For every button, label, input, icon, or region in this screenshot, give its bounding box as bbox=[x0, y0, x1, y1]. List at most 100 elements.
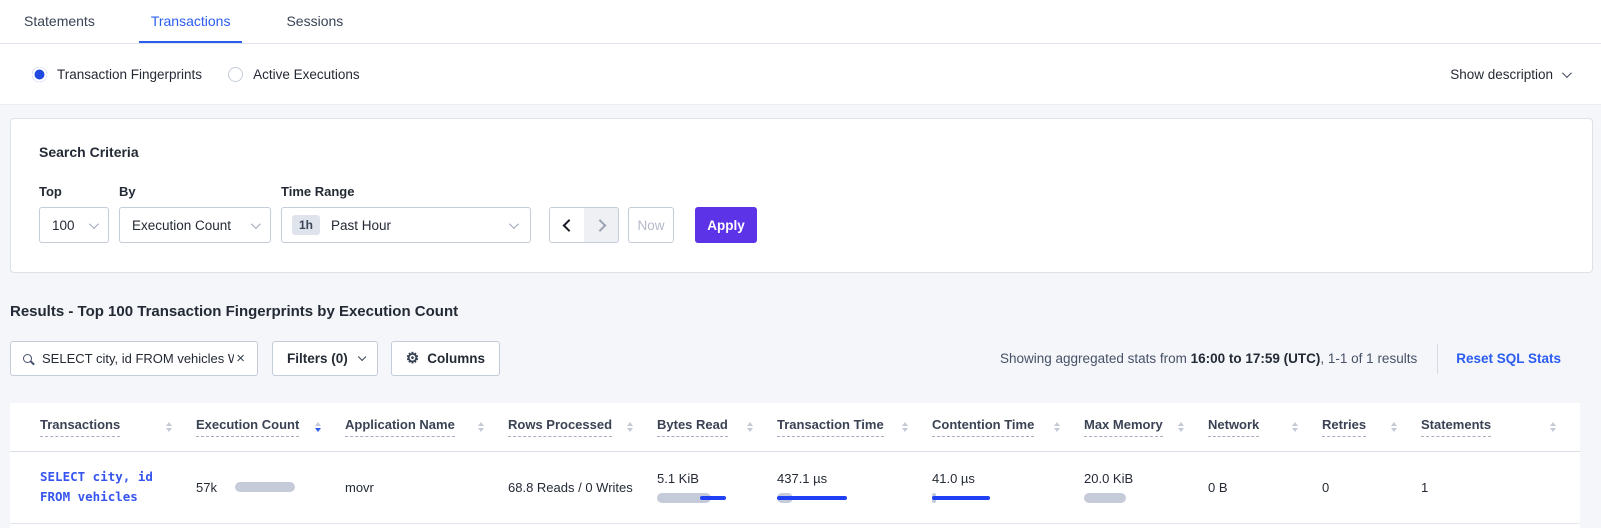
show-description-toggle[interactable]: Show description bbox=[1450, 67, 1569, 82]
radio-label: Active Executions bbox=[253, 67, 360, 82]
radio-transaction-fingerprints[interactable]: Transaction Fingerprints bbox=[32, 67, 202, 82]
sql-search-input[interactable] bbox=[42, 351, 234, 366]
cell-statements: 1 bbox=[1421, 451, 1580, 523]
top-select[interactable]: 100 bbox=[39, 207, 109, 243]
cell-application-name: movr bbox=[345, 451, 508, 523]
sort-icon[interactable] bbox=[627, 422, 633, 432]
col-statements[interactable]: Statements bbox=[1421, 417, 1491, 437]
cell-transaction-time: 437.1 µs bbox=[777, 451, 932, 523]
radio-label: Transaction Fingerprints bbox=[57, 67, 202, 82]
search-criteria-title: Search Criteria bbox=[39, 144, 1564, 160]
application-name-value: movr bbox=[345, 480, 374, 495]
sort-icon[interactable] bbox=[902, 422, 908, 432]
cell-transaction-fingerprint: SELECT city, id FROM vehicles bbox=[10, 451, 196, 523]
chevron-right-icon bbox=[593, 219, 606, 232]
cell-execution-count: 57k bbox=[196, 451, 345, 523]
sql-search-box[interactable]: × bbox=[10, 341, 258, 376]
col-contention-time[interactable]: Contention Time bbox=[932, 417, 1034, 437]
cell-contention-time: 41.0 µs bbox=[932, 451, 1084, 523]
gear-icon: ⚙ bbox=[406, 351, 419, 366]
execution-count-value: 57k bbox=[196, 480, 217, 495]
col-application-name[interactable]: Application Name bbox=[345, 417, 455, 437]
sort-icon[interactable] bbox=[1178, 422, 1184, 432]
top-select-value: 100 bbox=[52, 218, 75, 233]
tab-transactions[interactable]: Transactions bbox=[139, 13, 243, 43]
transaction-time-bar bbox=[777, 493, 857, 503]
results-heading: Results - Top 100 Transaction Fingerprin… bbox=[10, 303, 1601, 320]
aggregated-stats-text: Showing aggregated stats from 16:00 to 1… bbox=[1000, 351, 1417, 366]
view-toggle-bar: Transaction Fingerprints Active Executio… bbox=[0, 44, 1601, 105]
results-controls-row: × Filters (0) ⚙ Columns Showing aggregat… bbox=[10, 341, 1561, 376]
bytes-read-bar bbox=[657, 493, 737, 503]
sort-icon-desc[interactable] bbox=[315, 422, 321, 432]
sort-icon[interactable] bbox=[1391, 422, 1397, 432]
table-row: SELECT city, id FROM vehicles 57k movr 6… bbox=[10, 451, 1580, 523]
cell-retries: 0 bbox=[1322, 451, 1421, 523]
time-prev-button[interactable] bbox=[550, 208, 584, 242]
sort-icon[interactable] bbox=[1054, 422, 1060, 432]
show-description-label: Show description bbox=[1450, 67, 1553, 82]
transaction-fingerprint-link[interactable]: SELECT city, id FROM vehicles bbox=[40, 467, 196, 507]
sort-icon[interactable] bbox=[1550, 422, 1556, 432]
time-range-field: Time Range 1h Past Hour bbox=[281, 184, 531, 243]
chevron-down-icon bbox=[89, 219, 99, 229]
now-button[interactable]: Now bbox=[628, 207, 674, 243]
cell-bytes-read: 5.1 KiB bbox=[657, 451, 777, 523]
radio-unselected-icon bbox=[228, 67, 243, 82]
time-next-button[interactable] bbox=[584, 208, 618, 242]
network-value: 0 B bbox=[1208, 480, 1228, 495]
time-range-label: Time Range bbox=[281, 184, 531, 199]
cell-max-memory: 20.0 KiB bbox=[1084, 451, 1208, 523]
vertical-divider bbox=[1437, 344, 1438, 374]
sort-icon[interactable] bbox=[478, 422, 484, 432]
chevron-left-icon bbox=[562, 219, 575, 232]
radio-selected-icon bbox=[32, 67, 47, 82]
top-label: Top bbox=[39, 184, 109, 199]
clear-search-icon[interactable]: × bbox=[234, 350, 247, 367]
max-memory-bar bbox=[1084, 493, 1164, 503]
stats-time-range: 16:00 to 17:59 (UTC) bbox=[1191, 351, 1321, 366]
retries-value: 0 bbox=[1322, 480, 1329, 495]
col-network[interactable]: Network bbox=[1208, 417, 1259, 437]
contention-time-bar bbox=[932, 493, 1012, 503]
bytes-read-value: 5.1 KiB bbox=[657, 471, 777, 486]
table-header-row: Transactions Execution Count Application… bbox=[10, 403, 1580, 451]
col-rows-processed[interactable]: Rows Processed bbox=[508, 417, 612, 437]
col-max-memory[interactable]: Max Memory bbox=[1084, 417, 1163, 437]
col-retries[interactable]: Retries bbox=[1322, 417, 1366, 437]
sort-icon[interactable] bbox=[1292, 422, 1298, 432]
by-select[interactable]: Execution Count bbox=[119, 207, 271, 243]
by-select-value: Execution Count bbox=[132, 218, 231, 233]
cell-rows-processed: 68.8 Reads / 0 Writes bbox=[508, 451, 657, 523]
statements-value: 1 bbox=[1421, 480, 1428, 495]
chevron-down-icon bbox=[358, 352, 366, 360]
transactions-table: Transactions Execution Count Application… bbox=[10, 403, 1580, 524]
col-execution-count[interactable]: Execution Count bbox=[196, 417, 299, 437]
time-range-select[interactable]: 1h Past Hour bbox=[281, 207, 531, 243]
columns-label: Columns bbox=[427, 351, 485, 366]
top-tab-bar: Statements Transactions Sessions bbox=[0, 0, 1601, 44]
sort-icon[interactable] bbox=[747, 422, 753, 432]
col-transaction-time[interactable]: Transaction Time bbox=[777, 417, 884, 437]
contention-time-value: 41.0 µs bbox=[932, 471, 1084, 486]
search-icon bbox=[23, 354, 32, 363]
radio-active-executions[interactable]: Active Executions bbox=[228, 67, 360, 82]
filters-label: Filters (0) bbox=[287, 351, 348, 366]
by-label: By bbox=[119, 184, 271, 199]
col-transactions[interactable]: Transactions bbox=[40, 417, 120, 437]
col-bytes-read[interactable]: Bytes Read bbox=[657, 417, 728, 437]
tab-sessions[interactable]: Sessions bbox=[274, 13, 355, 43]
results-table-card: Transactions Execution Count Application… bbox=[10, 403, 1580, 528]
max-memory-value: 20.0 KiB bbox=[1084, 471, 1208, 486]
top-field: Top 100 bbox=[39, 184, 109, 243]
cell-network: 0 B bbox=[1208, 451, 1322, 523]
search-criteria-card: Search Criteria Top 100 By Execution Cou… bbox=[10, 118, 1593, 273]
columns-button[interactable]: ⚙ Columns bbox=[391, 341, 500, 376]
sort-icon[interactable] bbox=[166, 422, 172, 432]
execution-count-bar bbox=[235, 482, 297, 492]
apply-button[interactable]: Apply bbox=[695, 207, 757, 243]
filters-button[interactable]: Filters (0) bbox=[272, 341, 378, 376]
reset-sql-stats-link[interactable]: Reset SQL Stats bbox=[1456, 351, 1561, 366]
transaction-time-value: 437.1 µs bbox=[777, 471, 932, 486]
tab-statements[interactable]: Statements bbox=[12, 13, 107, 43]
